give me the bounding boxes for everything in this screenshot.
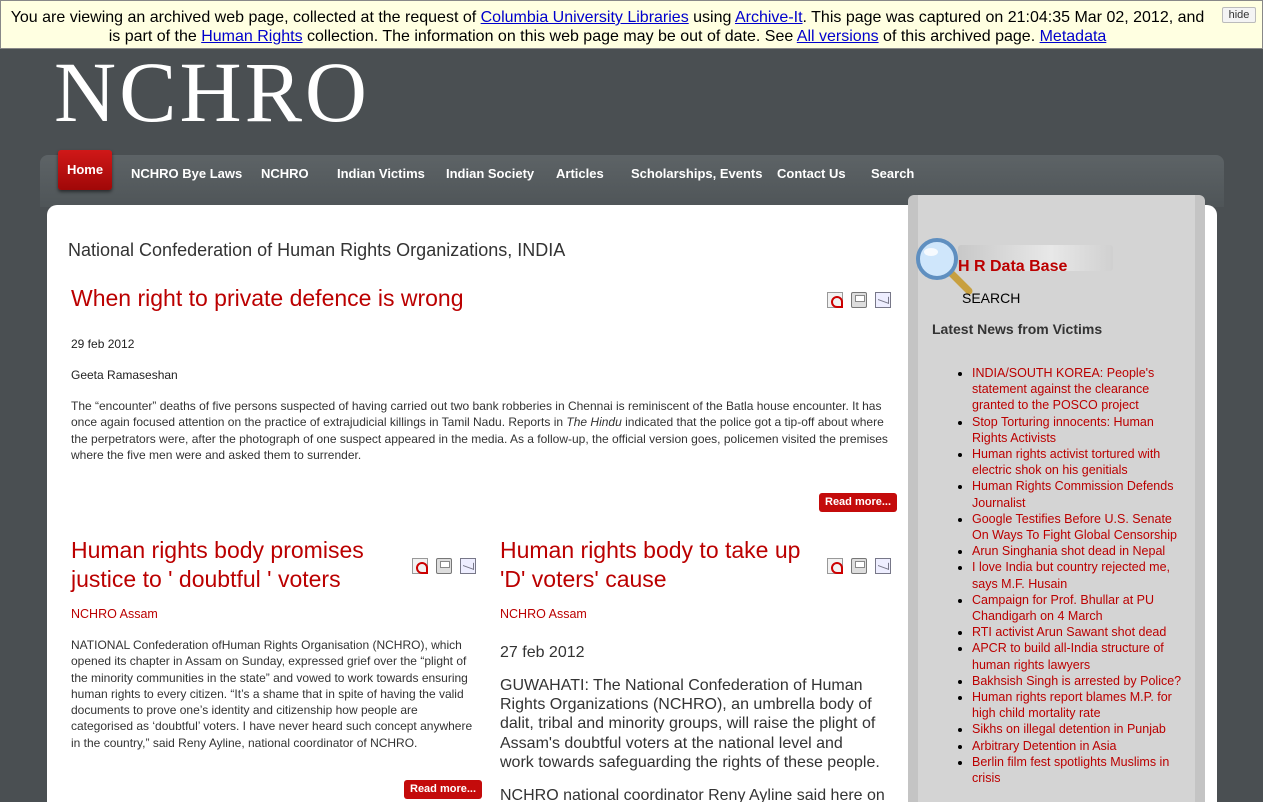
list-item: APCR to build all-India structure of hum… [972, 640, 1190, 672]
article3-date: 27 feb 2012 [500, 644, 585, 661]
print-icon[interactable] [851, 558, 867, 574]
list-item: Berlin film fest spotlights Muslims in c… [972, 754, 1190, 786]
banner-text-5: of this archived page. [878, 28, 1040, 45]
site-logo[interactable]: NCHRO [54, 49, 370, 135]
email-icon[interactable] [875, 292, 891, 308]
news-link[interactable]: Google Testifies Before U.S. Senate On W… [972, 512, 1177, 542]
list-item: Sikhs on illegal detention in Punjab [972, 721, 1190, 737]
list-item: Arbitrary Detention in Asia [972, 738, 1190, 754]
site-title: National Confederation of Human Rights O… [68, 240, 566, 260]
article3-author[interactable]: NCHRO Assam [500, 607, 587, 621]
nav-nchro[interactable]: NCHRO [261, 166, 309, 181]
pdf-icon[interactable] [827, 292, 843, 308]
article3-body: GUWAHATI: The National Confederation of … [500, 677, 880, 771]
news-link[interactable]: Sikhs on illegal detention in Punjab [972, 722, 1166, 736]
list-item: Stop Torturing innocents: Human Rights A… [972, 414, 1190, 446]
article1-body-em: The Hindu [566, 415, 622, 430]
latest-news-heading: Latest News from Victims [932, 321, 1103, 337]
news-link[interactable]: Human rights activist tortured with elec… [972, 447, 1160, 477]
banner-link-archive-it[interactable]: Archive-It [735, 9, 803, 26]
list-item: INDIA/SOUTH KOREA: People's statement ag… [972, 365, 1190, 414]
article2-read-more-button[interactable]: Read more... [404, 780, 483, 799]
print-icon[interactable] [851, 292, 867, 308]
news-link[interactable]: RTI activist Arun Sawant shot dead [972, 625, 1166, 639]
list-item: RTI activist Arun Sawant shot dead [972, 624, 1190, 640]
article1-body: The “encounter” deaths of five persons s… [71, 398, 896, 463]
article1-title[interactable]: When right to private defence is wrong [71, 284, 771, 313]
article3-tools [827, 558, 891, 574]
banner-link-human-rights[interactable]: Human Rights [201, 28, 302, 45]
banner-link-metadata[interactable]: Metadata [1040, 28, 1107, 45]
nav-bye-laws[interactable]: NCHRO Bye Laws [131, 166, 242, 181]
nav-articles[interactable]: Articles [556, 166, 604, 181]
article2-author[interactable]: NCHRO Assam [71, 607, 158, 621]
list-item: Arun Singhania shot dead in Nepal [972, 543, 1190, 559]
nav-search[interactable]: Search [871, 166, 914, 181]
article3-body-continued: NCHRO national coordinator Reny Ayline s… [500, 787, 885, 802]
article2-body: NATIONAL Confederation ofHuman Rights Or… [71, 638, 473, 750]
article1-author: Geeta Ramaseshan [71, 368, 178, 382]
pdf-icon[interactable] [412, 558, 428, 574]
email-icon[interactable] [460, 558, 476, 574]
nav-scholarships-events[interactable]: Scholarships, Events [631, 166, 763, 181]
news-link[interactable]: Stop Torturing innocents: Human Rights A… [972, 415, 1154, 445]
article1-date: 29 feb 2012 [71, 337, 135, 351]
email-icon[interactable] [875, 558, 891, 574]
list-item: Google Testifies Before U.S. Senate On W… [972, 511, 1190, 543]
latest-news-list: INDIA/SOUTH KOREA: People's statement ag… [972, 365, 1190, 786]
article2-title[interactable]: Human rights body promises justice to ' … [71, 536, 391, 594]
banner-text-4: collection. The information on this web … [302, 28, 797, 45]
banner-link-columbia[interactable]: Columbia University Libraries [481, 9, 689, 26]
banner-link-all-versions[interactable]: All versions [797, 28, 879, 45]
news-link[interactable]: Campaign for Prof. Bhullar at PU Chandig… [972, 593, 1154, 623]
news-link[interactable]: I love India but country rejected me, sa… [972, 560, 1170, 590]
banner-text-1: You are viewing an archived web page, co… [10, 9, 481, 26]
article3-title[interactable]: Human rights body to take up 'D' voters'… [500, 536, 820, 594]
list-item: Campaign for Prof. Bhullar at PU Chandig… [972, 592, 1190, 624]
sidebar: H R Data Base SEARCH Latest News from Vi… [908, 195, 1205, 802]
pdf-icon[interactable] [827, 558, 843, 574]
news-link[interactable]: INDIA/SOUTH KOREA: People's statement ag… [972, 366, 1154, 412]
news-link[interactable]: Human rights report blames M.P. for high… [972, 690, 1172, 720]
news-link[interactable]: Berlin film fest spotlights Muslims in c… [972, 755, 1169, 785]
nav-home[interactable]: Home [58, 150, 112, 190]
list-item: I love India but country rejected me, sa… [972, 559, 1190, 591]
news-link[interactable]: Human Rights Commission Defends Journali… [972, 479, 1173, 509]
news-link[interactable]: Bakhsish Singh is arrested by Police? [972, 674, 1181, 688]
article2-tools [412, 558, 476, 574]
hide-banner-button[interactable]: hide [1222, 7, 1256, 23]
news-link[interactable]: Arbitrary Detention in Asia [972, 739, 1117, 753]
news-link[interactable]: Arun Singhania shot dead in Nepal [972, 544, 1165, 558]
banner-text-2: using [688, 9, 735, 26]
nav-indian-victims[interactable]: Indian Victims [337, 166, 425, 181]
news-link[interactable]: APCR to build all-India structure of hum… [972, 641, 1164, 671]
list-item: Bakhsish Singh is arrested by Police? [972, 673, 1190, 689]
archive-banner: You are viewing an archived web page, co… [0, 0, 1263, 49]
nav-indian-society[interactable]: Indian Society [446, 166, 534, 181]
print-icon[interactable] [436, 558, 452, 574]
article1-tools [827, 292, 891, 308]
nav-contact-us[interactable]: Contact Us [777, 166, 846, 181]
article1-read-more-button[interactable]: Read more... [819, 493, 898, 512]
hr-database-title[interactable]: H R Data Base [958, 258, 1067, 276]
list-item: Human Rights Commission Defends Journali… [972, 478, 1190, 510]
list-item: Human rights report blames M.P. for high… [972, 689, 1190, 721]
sidebar-search-link[interactable]: SEARCH [962, 290, 1020, 306]
list-item: Human rights activist tortured with elec… [972, 446, 1190, 478]
